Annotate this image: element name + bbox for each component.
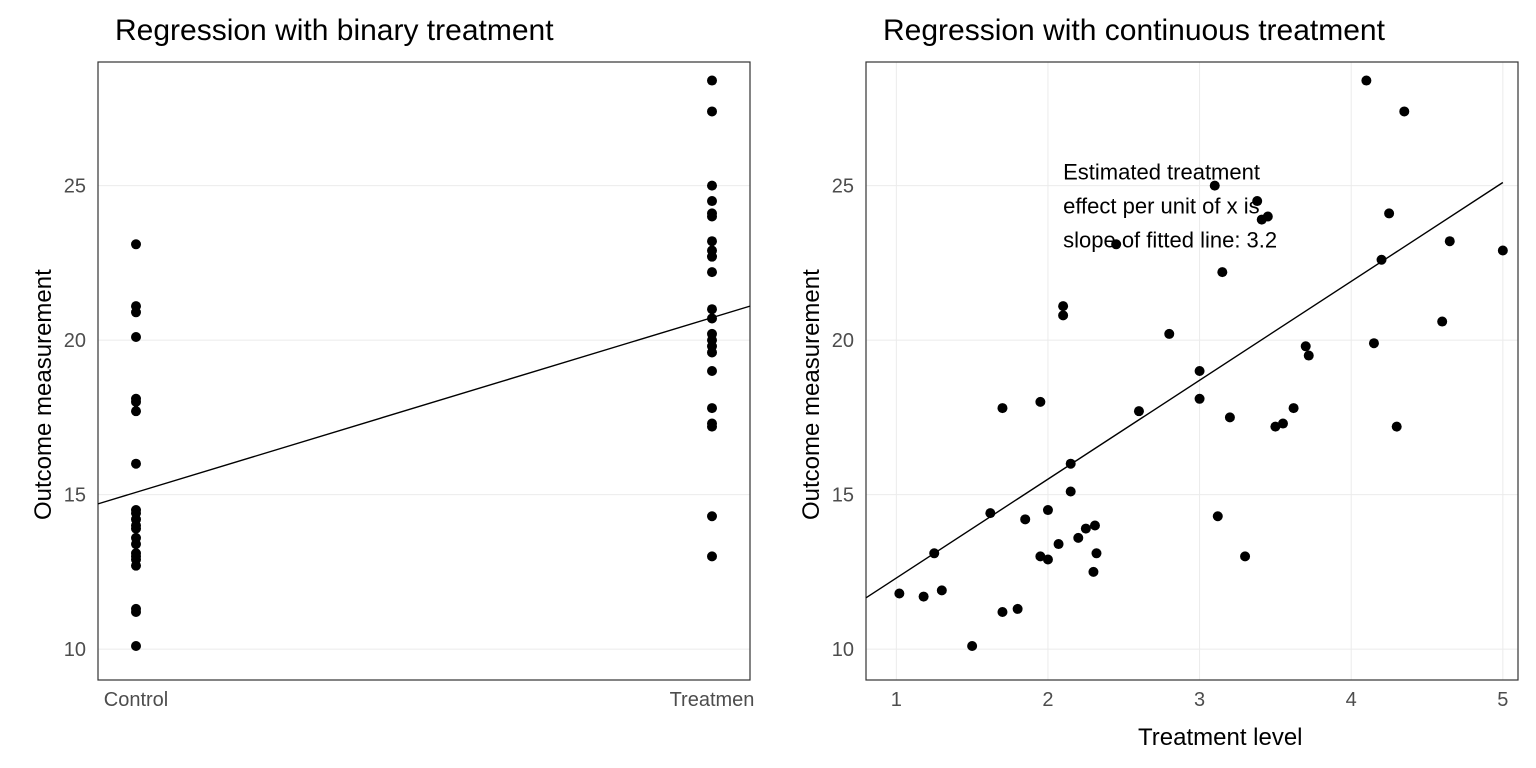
svg-text:2: 2	[1042, 689, 1053, 711]
svg-text:3: 3	[1194, 689, 1205, 711]
svg-text:Treatmen: Treatmen	[670, 689, 755, 711]
svg-text:20: 20	[832, 330, 854, 352]
x-axis-label-right: Treatment level	[1138, 724, 1303, 752]
chart-pair: Regression with binary treatment Outcome…	[0, 0, 1536, 768]
chart-title-right: Regression with continuous treatment	[883, 14, 1385, 48]
y-axis-label-right: Outcome measurement	[798, 269, 826, 520]
chart-svg-right: 10 15 20 25 1 2 3 4 5 Estimated treatment effect p…	[768, 0, 1536, 768]
svg-text:20: 20	[64, 330, 86, 352]
chart-title-left: Regression with binary treatment	[115, 14, 554, 48]
svg-text:effect per unit of x is: effect per unit of x is	[1063, 193, 1259, 218]
svg-text:10: 10	[64, 639, 86, 661]
svg-text:4: 4	[1346, 689, 1357, 711]
svg-text:10: 10	[832, 639, 854, 661]
y-axis-label-left: Outcome measurement	[30, 269, 58, 520]
svg-text:Estimated treatment: Estimated treatment	[1063, 159, 1260, 184]
svg-text:25: 25	[64, 176, 86, 198]
svg-text:15: 15	[64, 485, 86, 507]
left-panel: Regression with binary treatment Outcome…	[0, 0, 768, 768]
svg-text:Control: Control	[104, 689, 168, 711]
svg-text:25: 25	[832, 176, 854, 198]
chart-svg-left: 10 15 20 25 Control Treatmen	[0, 0, 768, 768]
right-panel: Regression with continuous treatment Out…	[768, 0, 1536, 768]
svg-text:1: 1	[891, 689, 902, 711]
svg-text:slope of fitted line: 3.2: slope of fitted line: 3.2	[1063, 227, 1277, 252]
svg-text:15: 15	[832, 485, 854, 507]
svg-text:5: 5	[1497, 689, 1508, 711]
